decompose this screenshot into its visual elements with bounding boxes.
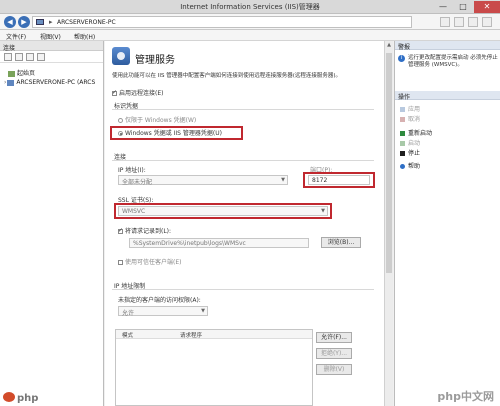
checkbox-box (112, 89, 117, 96)
minimize-button[interactable]: — (434, 1, 452, 13)
actions-pane: 警报 i 远行更改配置提示需启动 必须先停止管理服务 (WMSVC)。 操作 应… (394, 41, 500, 406)
radio-circle (118, 118, 123, 123)
expand-icon[interactable]: › (4, 79, 6, 86)
page-description: 使用此功能可以在 IIS 管理器中配置客户端如何连接到使用远程连接服务器(远程连… (112, 73, 342, 79)
action-apply[interactable]: 应用 (400, 104, 420, 113)
connections-header: 连接 (0, 41, 103, 52)
log-requests-checkbox[interactable]: 将请求记录到(L): (118, 226, 171, 235)
disconnect-icon[interactable] (26, 53, 34, 61)
column-requester[interactable]: 请求程序 (180, 331, 202, 339)
server-icon (36, 19, 44, 25)
remove-button[interactable]: 删除(V) (316, 364, 352, 375)
svg-text:php: php (17, 393, 38, 404)
address-bar: ◀ ▶ ▸ ARCSERVERONE-PC (0, 14, 500, 30)
restart-icon (400, 131, 405, 136)
menu-file[interactable]: 文件(F) (6, 32, 26, 41)
action-help[interactable]: 帮助 (400, 161, 420, 170)
action-stop[interactable]: 停止 (400, 148, 420, 157)
start-page-icon (8, 70, 15, 77)
scroll-up-icon[interactable]: ▲ (385, 42, 393, 48)
forward-button[interactable]: ▶ (18, 16, 30, 28)
enable-remote-checkbox[interactable]: 启用远程连接(E) (112, 88, 163, 97)
stop-icon (400, 151, 405, 156)
tree-item-server[interactable]: › ARCSERVERONE-PC (ARCS (4, 79, 95, 86)
management-service-panel: 管理服务 使用此功能可以在 IIS 管理器中配置客户端如何连接到使用远程连接服务… (105, 41, 393, 406)
divider (112, 160, 374, 161)
ip-address-label: IP 地址(I): (118, 167, 146, 174)
title-bar: Internet Information Services (IIS)管理器 —… (0, 0, 500, 14)
save-icon[interactable] (15, 53, 23, 61)
menu-bar: 文件(F) 视图(V) 帮助(H) (0, 30, 500, 41)
alerts-header: 警报 (395, 41, 500, 51)
browse-button[interactable]: 浏览(B)... (321, 237, 361, 248)
breadcrumb[interactable]: ▸ ARCSERVERONE-PC (32, 16, 412, 28)
log-path-input[interactable]: %SystemDrive%\inetpub\logs\WMSvc (129, 238, 309, 248)
php-logo-watermark: php (3, 392, 38, 404)
allow-button[interactable]: 允许(F)... (316, 332, 352, 343)
breadcrumb-separator: ▸ (49, 18, 53, 26)
checkbox-box (118, 260, 123, 265)
stop-icon[interactable] (454, 17, 464, 27)
management-service-icon (112, 47, 130, 65)
watermark-text: php中文网 (437, 390, 494, 403)
trusted-clients-checkbox[interactable]: 使用可信任客户端(E) (118, 257, 181, 266)
cancel-icon (400, 117, 405, 122)
scrollbar-thumb[interactable] (386, 53, 392, 273)
help-icon[interactable] (482, 17, 492, 27)
action-restart[interactable]: 重新启动 (400, 128, 432, 137)
table-header: 模式 请求程序 (116, 330, 312, 339)
connections-toolbar (0, 51, 103, 63)
refresh-icon[interactable] (440, 17, 450, 27)
ip-rules-table[interactable]: 模式 请求程序 (115, 329, 313, 406)
connect-icon[interactable] (4, 53, 12, 61)
highlight-port (303, 172, 375, 188)
home-icon[interactable] (468, 17, 478, 27)
action-start[interactable]: 启动 (400, 138, 420, 147)
actions-header: 操作 (395, 91, 500, 101)
unspecified-clients-label: 未指定的客户端的访问权限(A): (118, 297, 201, 304)
start-icon (400, 141, 405, 146)
ip-address-dropdown[interactable]: 全部未分配 ▼ (118, 175, 288, 186)
menu-help[interactable]: 帮助(H) (74, 32, 95, 41)
refresh-tree-icon[interactable] (37, 53, 45, 61)
server-node-icon (7, 79, 15, 86)
unspecified-clients-dropdown[interactable]: 允许 ▼ (118, 306, 208, 317)
maximize-button[interactable]: □ (454, 1, 472, 13)
window-title: Internet Information Services (IIS)管理器 (180, 3, 320, 11)
main-scrollbar[interactable]: ▲ (384, 41, 393, 406)
chevron-down-icon: ▼ (281, 177, 285, 183)
highlight-credentials (110, 126, 243, 140)
divider (112, 109, 374, 110)
checkbox-box (118, 227, 123, 234)
deny-button[interactable]: 拒绝(Y)... (316, 348, 352, 359)
action-cancel[interactable]: 取消 (400, 114, 420, 123)
breadcrumb-server[interactable]: ARCSERVERONE-PC (57, 19, 116, 26)
close-button[interactable]: ✕ (474, 1, 500, 13)
windows-only-radio[interactable]: 仅限于 Windows 凭据(W) (118, 115, 196, 124)
back-button[interactable]: ◀ (4, 16, 16, 28)
page-title: 管理服务 (135, 55, 175, 66)
help-icon (400, 164, 405, 169)
connections-pane: 连接 起始页 › ARCSERVERONE-PC (ARCS (0, 41, 104, 406)
info-icon: i (398, 55, 405, 62)
divider (112, 289, 374, 290)
highlight-ssl (114, 203, 332, 219)
menu-view[interactable]: 视图(V) (40, 32, 61, 41)
alert-message: i 远行更改配置提示需启动 必须先停止管理服务 (WMSVC)。 (398, 55, 498, 89)
chevron-down-icon: ▼ (201, 308, 205, 314)
column-mode[interactable]: 模式 (122, 331, 133, 339)
apply-icon (400, 107, 405, 112)
tree-item-start-page[interactable]: 起始页 (8, 68, 35, 77)
